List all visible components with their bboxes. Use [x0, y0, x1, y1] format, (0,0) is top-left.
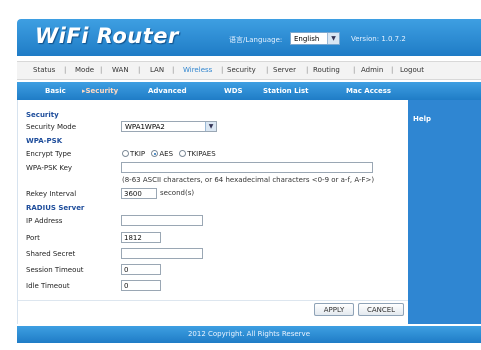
radius-section-title: RADIUS Server [26, 204, 85, 212]
tab-basic[interactable]: Basic [45, 82, 66, 100]
menu-admin[interactable]: Admin [361, 62, 383, 79]
wpa-key-label: WPA-PSK Key [26, 164, 73, 172]
main-menu: Status | Mode | WAN | LAN | Wireless | S… [17, 61, 481, 80]
shared-secret-label: Shared Secret [26, 250, 76, 258]
menu-routing[interactable]: Routing [313, 62, 340, 79]
session-timeout-input[interactable]: 0 [121, 264, 161, 275]
idle-timeout-input[interactable]: 0 [121, 280, 161, 291]
port-label: Port [26, 234, 40, 242]
menu-status[interactable]: Status [33, 62, 55, 79]
router-logo: WiFi Router [35, 24, 179, 48]
tab-station-list[interactable]: Station List [263, 82, 308, 100]
ip-address-input[interactable] [121, 215, 203, 226]
security-mode-label: Security Mode [26, 123, 77, 131]
menu-lan[interactable]: LAN [150, 62, 164, 79]
language-select[interactable]: English ▼ [290, 32, 340, 45]
copyright-text: 2012 Copyright. All Rights Reserve [187, 330, 311, 338]
header-bar: WiFi Router 语言/Language: English ▼ Versi… [17, 19, 481, 56]
language-label: 语言/Language: [229, 36, 283, 44]
wpa-key-input[interactable] [121, 162, 373, 173]
tab-advanced[interactable]: Advanced [148, 82, 187, 100]
menu-wan[interactable]: WAN [112, 62, 129, 79]
port-input[interactable]: 1812 [121, 232, 161, 243]
chevron-down-icon: ▼ [327, 33, 339, 44]
wpa-key-hint: (8-63 ASCII characters, or 64 hexadecima… [122, 176, 375, 184]
menu-wireless[interactable]: Wireless [183, 62, 212, 79]
radio-tkipaes-label: TKIPAES [187, 150, 216, 158]
tab-security[interactable]: ▸Security [82, 82, 118, 100]
menu-separator: | [266, 66, 269, 74]
tab-mac-access[interactable]: Mac Access [346, 82, 391, 100]
idle-timeout-label: Idle Timeout [26, 282, 70, 290]
rekey-unit: second(s) [160, 189, 195, 197]
help-title: Help [413, 115, 432, 123]
ip-address-label: IP Address [26, 217, 63, 225]
security-section-title: Security [26, 111, 59, 119]
footer-bar: 2012 Copyright. All Rights Reserve [17, 326, 481, 343]
menu-separator: | [138, 66, 141, 74]
radio-aes[interactable] [151, 150, 159, 157]
radio-tkip-label: TKIP [130, 150, 146, 158]
menu-server[interactable]: Server [273, 62, 296, 79]
version-text: Version: 1.0.7.2 [351, 35, 406, 43]
menu-separator: | [353, 66, 356, 74]
menu-separator: | [221, 66, 224, 74]
cancel-button[interactable]: CANCEL [358, 303, 404, 316]
radio-tkip[interactable] [122, 150, 129, 157]
menu-logout[interactable]: Logout [400, 62, 424, 79]
menu-mode[interactable]: Mode [75, 62, 94, 79]
language-value: English [294, 35, 320, 43]
menu-separator: | [172, 66, 175, 74]
apply-button[interactable]: APPLY [314, 303, 354, 316]
tab-security-label: Security [85, 87, 119, 95]
security-mode-select[interactable]: WPA1WPA2 ▼ [121, 121, 217, 132]
menu-separator: | [306, 66, 309, 74]
shared-secret-input[interactable] [121, 248, 203, 259]
security-mode-value: WPA1WPA2 [125, 123, 165, 131]
encrypt-type-radios: TKIP AES TKIPAES [122, 150, 216, 158]
security-form: Security Security Mode WPA1WPA2 ▼ WPA-PS… [17, 100, 409, 324]
tab-wds[interactable]: WDS [224, 82, 243, 100]
menu-security[interactable]: Security [227, 62, 256, 79]
encrypt-type-label: Encrypt Type [26, 150, 72, 158]
button-divider [18, 300, 409, 302]
chevron-down-icon: ▼ [205, 122, 216, 131]
help-panel: Help [408, 100, 481, 324]
menu-separator: | [64, 66, 67, 74]
session-timeout-label: Session Timeout [26, 266, 84, 274]
wireless-subnav: Basic ▸Security Advanced WDS Station Lis… [17, 82, 481, 100]
menu-separator: | [100, 66, 103, 74]
rekey-interval-input[interactable]: 3600 [121, 188, 157, 199]
radio-aes-label: AES [159, 150, 174, 158]
radio-tkipaes[interactable] [179, 150, 187, 157]
wpa-section-title: WPA-PSK [26, 137, 63, 145]
rekey-interval-label: Rekey Interval [26, 190, 77, 198]
menu-separator: | [391, 66, 394, 74]
